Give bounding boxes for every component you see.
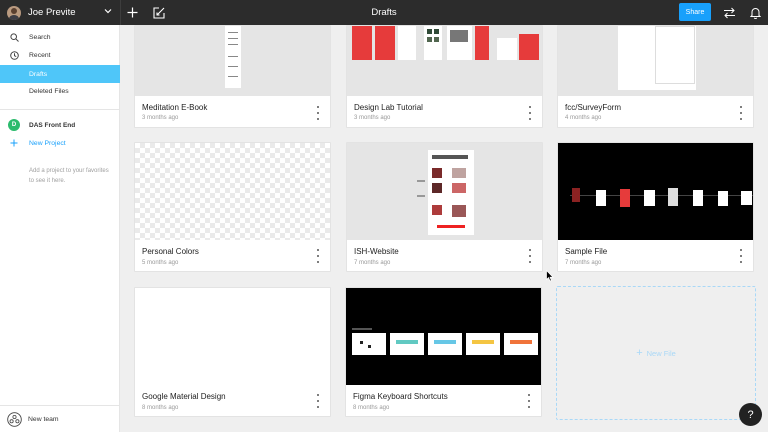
file-card[interactable]: Meditation E-Book 3 months ago [134,25,331,128]
file-thumbnail [346,288,541,385]
file-name: ISH-Website [354,247,399,256]
file-date: 7 months ago [565,260,602,266]
sidebar-item-search[interactable]: Search [0,28,120,46]
file-date: 3 months ago [354,115,391,121]
bell-icon[interactable] [748,5,763,20]
user-name: Joe Previte [28,7,76,18]
sidebar: Search Recent Drafts Deleted Files D DAS… [0,25,120,432]
sidebar-item-recent[interactable]: Recent [0,46,120,64]
new-file-label: New File [646,348,676,358]
search-icon [9,32,19,42]
file-date: 8 months ago [142,405,179,411]
sidebar-divider [0,109,120,110]
file-name: Figma Keyboard Shortcuts [353,392,448,401]
file-name: Sample File [565,247,608,256]
file-card[interactable]: Sample File 7 months ago [557,142,754,272]
new-file-button[interactable]: + New File [556,286,756,420]
more-options-icon[interactable] [527,394,531,408]
team-name: DAS Front End [29,121,76,129]
file-grid: Meditation E-Book 3 months ago Design La… [121,25,768,432]
user-menu[interactable]: Joe Previte [0,0,120,25]
switch-icon[interactable] [722,5,737,20]
more-options-icon[interactable] [316,249,320,263]
more-options-icon[interactable] [316,106,320,120]
avatar [7,5,21,20]
file-date: 8 months ago [353,405,390,411]
team-icon [7,411,22,427]
file-date: 7 months ago [354,260,391,266]
sidebar-item-deleted-files[interactable]: Deleted Files [0,82,120,100]
file-date: 5 months ago [142,260,179,266]
top-bar: Joe Previte Drafts Share [0,0,768,25]
file-card[interactable]: ISH-Website 7 months ago [346,142,543,272]
new-team-label: New team [28,415,59,423]
new-project-label: New Project [29,139,66,147]
file-date: 3 months ago [142,115,179,121]
sidebar-item-label: Drafts [29,70,48,78]
plus-icon [9,138,19,148]
team-badge: D [8,119,20,131]
favorites-hint: Add a project to your favorites to see i… [29,168,109,184]
sidebar-item-label: Recent [29,51,51,59]
file-name: Personal Colors [142,247,199,256]
sidebar-item-label: Deleted Files [29,87,69,95]
sidebar-team[interactable]: D DAS Front End [0,116,120,134]
import-icon[interactable] [151,5,166,20]
file-thumbnail [135,288,330,385]
file-name: Google Material Design [142,392,226,401]
plus-icon: + [636,347,643,359]
chevron-down-icon [104,9,112,14]
file-thumbnail [347,26,542,96]
sidebar-item-drafts[interactable]: Drafts [0,65,120,83]
clock-icon [9,50,19,60]
add-icon[interactable] [125,5,140,20]
file-date: 4 months ago [565,115,602,121]
new-project-button[interactable]: New Project [0,134,120,152]
sidebar-item-label: Search [29,33,51,41]
file-thumbnail [558,143,753,240]
file-card[interactable]: Google Material Design 8 months ago [134,287,331,417]
more-options-icon[interactable] [528,106,532,120]
new-team-button[interactable]: New team [0,405,120,432]
file-card[interactable]: Design Lab Tutorial 3 months ago [346,25,543,128]
help-button[interactable]: ? [739,403,762,426]
more-options-icon[interactable] [739,249,743,263]
mouse-cursor-icon [546,270,554,282]
file-card[interactable]: fcc/SurveyForm 4 months ago [557,25,754,128]
topbar-divider [120,0,121,25]
more-options-icon[interactable] [316,394,320,408]
share-button[interactable]: Share [679,3,711,21]
file-name: Meditation E-Book [142,103,208,112]
file-thumbnail [347,143,542,240]
more-options-icon[interactable] [739,106,743,120]
file-thumbnail [135,143,330,240]
file-name: fcc/SurveyForm [565,103,622,112]
file-name: Design Lab Tutorial [354,103,423,112]
more-options-icon[interactable] [528,249,532,263]
file-card[interactable]: Personal Colors 5 months ago [134,142,331,272]
file-card[interactable]: Figma Keyboard Shortcuts 8 months ago [345,287,542,417]
file-thumbnail [135,26,330,96]
file-thumbnail [558,26,753,96]
